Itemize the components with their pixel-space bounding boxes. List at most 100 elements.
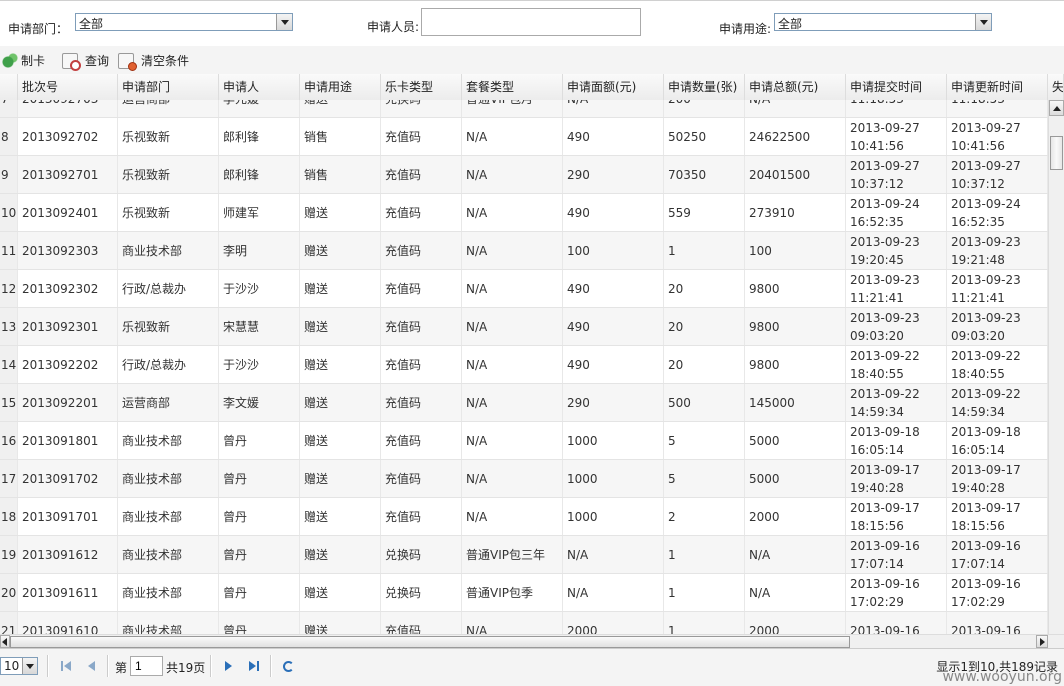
time-text: 10:37:12 xyxy=(850,176,904,191)
person-cell: 曾丹 xyxy=(219,574,300,611)
column-header[interactable]: 乐卡类型 xyxy=(381,74,462,100)
row-number: 16 xyxy=(0,422,18,459)
time-text: 19:40:28 xyxy=(850,480,904,495)
query-button[interactable]: 查询 xyxy=(62,51,109,71)
face-cell: 490 xyxy=(563,308,664,345)
batch-cell: 2013091610 xyxy=(18,612,118,634)
table-row[interactable]: 21 2013091610 商业技术部 曾丹 赠送 充值码 N/A 2000 1 2000 2013… xyxy=(0,612,1048,634)
scroll-up-icon[interactable] xyxy=(1049,100,1064,116)
date-text: 2013-09-23 xyxy=(951,310,1021,325)
refresh-icon[interactable] xyxy=(280,658,296,674)
column-header[interactable]: 申请用途 xyxy=(300,74,381,100)
dept-select[interactable]: 全部 xyxy=(75,13,293,31)
time-text: 11:18:53 xyxy=(850,100,904,108)
dept-select-value: 全部 xyxy=(79,17,104,31)
table-row[interactable]: 72013092703运营商部李元媛赠送兑换码普通VIP包月N/A200N/A1… xyxy=(0,100,1048,118)
column-header[interactable]: 失 xyxy=(1048,74,1064,100)
pkg-cell: N/A xyxy=(462,422,563,459)
total-cell: 2000 xyxy=(745,498,846,535)
total-cell: 100 xyxy=(745,232,846,269)
row-number: 14 xyxy=(0,346,18,383)
date-text: 2013-09-22 xyxy=(951,348,1021,363)
column-header[interactable]: 申请面额(元) xyxy=(563,74,664,100)
column-header[interactable]: 申请人 xyxy=(219,74,300,100)
batch-cell: 2013092302 xyxy=(18,270,118,307)
table-row[interactable]: 19 2013091612 商业技术部 曾丹 赠送 兑换码 普通VIP包三年 N/A 1 N/A 2… xyxy=(0,536,1048,574)
update-time-cell: 2013-09-27 10:37:12 xyxy=(947,156,1048,193)
scroll-right-icon[interactable] xyxy=(1036,635,1048,648)
column-header[interactable]: 套餐类型 xyxy=(462,74,563,100)
time-text: 19:20:45 xyxy=(850,252,904,267)
time-text: 18:40:55 xyxy=(951,366,1005,381)
update-time-cell: 11:18:53 xyxy=(947,100,1048,117)
type-cell: 充值码 xyxy=(381,232,462,269)
usage-cell: 赠送 xyxy=(300,346,381,383)
scroll-thumb-horizontal[interactable] xyxy=(10,636,850,648)
table-row[interactable]: 18 2013091701 商业技术部 曾丹 赠送 充值码 N/A 1000 2 2000 2013… xyxy=(0,498,1048,536)
usage-cell: 赠送 xyxy=(300,194,381,231)
face-cell: 2000 xyxy=(563,612,664,634)
table-row[interactable]: 13 2013092301 乐视致新 宋慧慧 赠送 充值码 N/A 490 20 9800 2013… xyxy=(0,308,1048,346)
separator xyxy=(107,655,109,677)
time-text: 19:21:48 xyxy=(951,252,1005,267)
prev-page-icon[interactable] xyxy=(84,658,100,674)
scroll-left-icon[interactable] xyxy=(0,635,10,648)
batch-cell: 2013092201 xyxy=(18,384,118,421)
qty-cell: 559 xyxy=(664,194,745,231)
page-total: 共19页 xyxy=(166,661,206,675)
time-text: 16:52:35 xyxy=(951,214,1005,229)
batch-cell: 2013092301 xyxy=(18,308,118,345)
table-row[interactable]: 9 2013092701 乐视致新 郎利锋 销售 充值码 N/A 290 70350 204015… xyxy=(0,156,1048,194)
total-cell: N/A xyxy=(745,100,846,117)
last-page-icon[interactable] xyxy=(246,658,262,674)
column-header[interactable]: 申请部门 xyxy=(118,74,219,100)
type-cell: 充值码 xyxy=(381,460,462,497)
table-row[interactable]: 16 2013091801 商业技术部 曾丹 赠送 充值码 N/A 1000 5 5000 2013… xyxy=(0,422,1048,460)
table-row[interactable]: 15 2013092201 运营商部 李文媛 赠送 充值码 N/A 290 500 145000 2… xyxy=(0,384,1048,422)
person-cell: 郎利锋 xyxy=(219,118,300,155)
dept-cell: 乐视致新 xyxy=(118,118,219,155)
date-text: 2013-09-17 xyxy=(850,462,920,477)
usage-cell: 赠送 xyxy=(300,422,381,459)
column-header[interactable]: 批次号 xyxy=(18,74,118,100)
qty-cell: 2 xyxy=(664,498,745,535)
pkg-cell: 普通VIP包月 xyxy=(462,100,563,117)
table-row[interactable]: 14 2013092202 行政/总裁办 于沙沙 赠送 充值码 N/A 490 20 9800 20… xyxy=(0,346,1048,384)
column-header[interactable]: 申请更新时间 xyxy=(947,74,1048,100)
total-cell: N/A xyxy=(745,574,846,611)
table-row[interactable]: 10 2013092401 乐视致新 师建军 赠送 充值码 N/A 490 559 273910 2… xyxy=(0,194,1048,232)
pkg-cell: N/A xyxy=(462,346,563,383)
batch-cell: 2013092202 xyxy=(18,346,118,383)
table-row[interactable]: 8 2013092702 乐视致新 郎利锋 销售 充值码 N/A 490 50250 246225… xyxy=(0,118,1048,156)
make-card-button[interactable]: 制卡 xyxy=(2,51,45,69)
scroll-thumb[interactable] xyxy=(1050,136,1063,170)
column-header[interactable]: 申请数量(张) xyxy=(664,74,745,100)
date-text: 2013-09-17 xyxy=(850,500,920,515)
date-text: 2013-09-23 xyxy=(951,234,1021,249)
horizontal-scrollbar[interactable] xyxy=(0,634,1064,648)
column-header[interactable]: 申请总额(元) xyxy=(745,74,846,100)
face-cell: 490 xyxy=(563,194,664,231)
column-header[interactable]: 申请提交时间 xyxy=(846,74,947,100)
table-row[interactable]: 17 2013091702 商业技术部 曾丹 赠送 充值码 N/A 1000 5 5000 2013… xyxy=(0,460,1048,498)
page-size-select[interactable]: 10 xyxy=(0,657,38,675)
chevron-down-icon[interactable] xyxy=(22,658,37,674)
table-row[interactable]: 11 2013092303 商业技术部 李明 赠送 充值码 N/A 100 1 100 2013-0… xyxy=(0,232,1048,270)
batch-cell: 2013091611 xyxy=(18,574,118,611)
vertical-scrollbar[interactable] xyxy=(1048,100,1064,634)
page-number-input[interactable] xyxy=(130,656,163,676)
first-page-icon[interactable] xyxy=(58,658,74,674)
person-input[interactable] xyxy=(421,8,641,36)
dept-cell: 商业技术部 xyxy=(118,422,219,459)
qty-cell: 500 xyxy=(664,384,745,421)
usage-select[interactable]: 全部 xyxy=(774,13,992,31)
clear-button[interactable]: 清空条件 xyxy=(118,51,189,71)
qty-cell: 1 xyxy=(664,232,745,269)
table-row[interactable]: 20 2013091611 商业技术部 曾丹 赠送 兑换码 普通VIP包季 N/A 1 N/A 20… xyxy=(0,574,1048,612)
row-number: 8 xyxy=(0,118,18,155)
chevron-down-icon[interactable] xyxy=(975,14,991,30)
chevron-down-icon[interactable] xyxy=(276,14,292,30)
next-page-icon[interactable] xyxy=(220,658,236,674)
submit-time-cell: 2013-09-27 10:37:12 xyxy=(846,156,947,193)
table-row[interactable]: 12 2013092302 行政/总裁办 于沙沙 赠送 充值码 N/A 490 20 9800 20… xyxy=(0,270,1048,308)
